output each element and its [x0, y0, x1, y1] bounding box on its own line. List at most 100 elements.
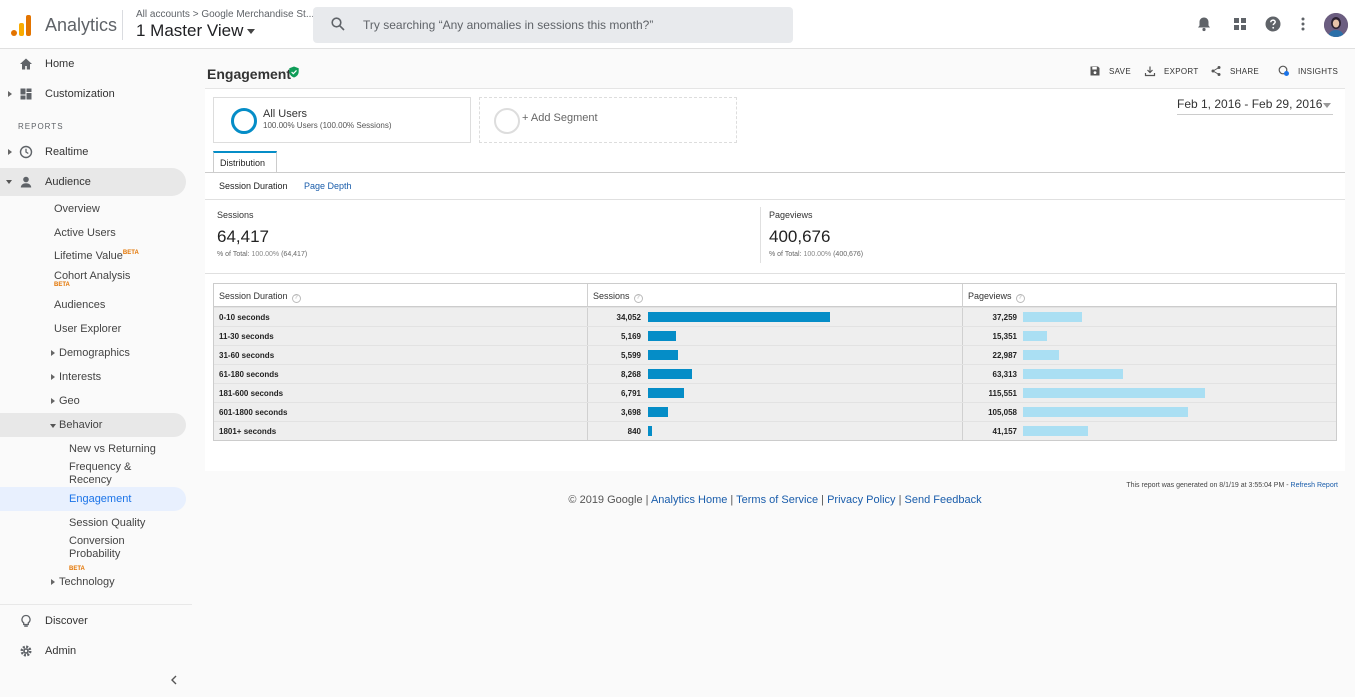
apps-grid-icon[interactable]: [1231, 15, 1249, 33]
sidebar-item-session-quality[interactable]: Session Quality: [69, 517, 145, 529]
sidebar-item-audiences[interactable]: Audiences: [54, 299, 105, 311]
sidebar-item-admin[interactable]: Admin: [0, 637, 186, 665]
sidebar-item-interests[interactable]: Interests: [51, 371, 102, 383]
segment-name: All Users: [263, 108, 308, 120]
sidebar-item-label: Interests: [59, 371, 102, 383]
analytics-logo-icon[interactable]: [11, 14, 33, 36]
generated-note-text: This report was generated on 8/1/19 at 3…: [1126, 482, 1291, 489]
cell-sessions: 8,268: [587, 365, 962, 383]
column-header-pageviews[interactable]: Pageviews?: [962, 284, 1338, 306]
metric-total-abs: (400,676): [831, 251, 864, 258]
sessions-bar: [648, 426, 652, 436]
chevron-right-icon: [8, 91, 12, 97]
view-name: 1 Master View: [136, 21, 244, 40]
row-label: 61-180 seconds: [219, 370, 279, 379]
view-selector[interactable]: 1 Master View: [136, 21, 256, 41]
sidebar-nav: Home Customization REPORTS Realtime Audi…: [0, 49, 192, 697]
segment-all-users[interactable]: All Users 100.00% Users (100.00% Session…: [213, 97, 471, 143]
sidebar-item-conversion-probability[interactable]: Conversion Probability BETA: [69, 535, 149, 576]
share-icon: [1211, 66, 1221, 76]
collapse-chevron-left-icon[interactable]: [169, 675, 179, 685]
column-header-sessions[interactable]: Sessions?: [587, 284, 962, 306]
chevron-right-icon: [8, 149, 12, 155]
search-bar[interactable]: [313, 7, 793, 43]
help-icon[interactable]: ?: [633, 294, 643, 303]
account-breadcrumb[interactable]: All accounts > Google Merchandise St...: [136, 9, 314, 20]
chevron-right-icon: [51, 350, 55, 356]
sidebar-item-engagement[interactable]: Engagement: [69, 493, 131, 505]
sidebar-item-cohort-analysis[interactable]: Cohort Analysis BETA: [54, 270, 131, 288]
terms-of-service-link[interactable]: Terms of Service: [736, 494, 818, 506]
notifications-bell-icon[interactable]: [1195, 15, 1213, 33]
sidebar-bottom: Discover Admin: [0, 604, 192, 697]
subtab-session-duration[interactable]: Session Duration: [219, 181, 288, 191]
privacy-policy-link[interactable]: Privacy Policy: [827, 494, 895, 506]
cell-pageviews: 22,987: [962, 346, 1338, 364]
sidebar-item-label: Cohort Analysis: [54, 270, 131, 282]
sidebar-item-geo[interactable]: Geo: [51, 395, 80, 407]
cell-pageviews: 41,157: [962, 422, 1338, 440]
sidebar-item-active-users[interactable]: Active Users: [54, 227, 116, 239]
page-footer: © 2019 Google | Analytics Home | Terms o…: [205, 494, 1345, 506]
table-row: 11-30 seconds 5,169 15,351: [214, 326, 1336, 345]
sidebar-item-audience[interactable]: Audience: [0, 168, 186, 196]
table-row: 61-180 seconds 8,268 63,313: [214, 364, 1336, 383]
sidebar-item-frequency-recency[interactable]: Frequency & Recency: [69, 461, 149, 487]
sidebar-item-user-explorer[interactable]: User Explorer: [54, 323, 121, 335]
metric-total-abs: (64,417): [279, 251, 308, 258]
caret-down-icon: [1323, 103, 1331, 108]
sidebar-item-customization[interactable]: Customization: [0, 80, 186, 108]
analytics-home-link[interactable]: Analytics Home: [651, 494, 727, 506]
row-label: 31-60 seconds: [219, 351, 275, 360]
sidebar-item-new-vs-returning[interactable]: New vs Returning: [69, 443, 156, 455]
cell-sessions: 840: [587, 422, 962, 440]
sidebar-item-technology[interactable]: Technology: [51, 576, 115, 588]
column-header-session-duration[interactable]: Session Duration?: [214, 284, 587, 306]
search-input[interactable]: [363, 15, 773, 35]
save-icon: [1090, 66, 1100, 76]
sidebar-item-discover[interactable]: Discover: [0, 607, 186, 635]
reports-section-label: REPORTS: [18, 122, 64, 131]
sessions-value: 8,268: [620, 370, 641, 379]
user-avatar[interactable]: [1324, 13, 1348, 37]
tab-distribution[interactable]: Distribution: [213, 151, 277, 173]
sidebar-item-realtime[interactable]: Realtime: [0, 138, 186, 166]
more-vert-icon[interactable]: [1294, 15, 1312, 33]
sidebar-item-lifetime-value[interactable]: Lifetime ValueBETA: [54, 250, 139, 262]
row-label: 601-1800 seconds: [219, 408, 288, 417]
help-icon[interactable]: ?: [1015, 294, 1025, 303]
sidebar-item-overview[interactable]: Overview: [54, 203, 100, 215]
sidebar-item-behavior[interactable]: Behavior: [50, 419, 102, 431]
add-segment-button[interactable]: + Add Segment: [479, 97, 737, 143]
export-icon: [1144, 66, 1156, 77]
row-label: 1801+ seconds: [219, 427, 277, 436]
sidebar-item-demographics[interactable]: Demographics: [51, 347, 130, 359]
home-icon: [20, 58, 32, 70]
help-icon[interactable]: ?: [291, 294, 301, 303]
save-label: SAVE: [1109, 67, 1131, 76]
subtab-page-depth[interactable]: Page Depth: [304, 181, 352, 191]
pageviews-bar: [1023, 426, 1088, 436]
help-icon[interactable]: [1264, 15, 1282, 33]
refresh-report-link[interactable]: Refresh Report: [1291, 482, 1338, 489]
empty-segment-ring-icon: [494, 108, 520, 134]
send-feedback-link[interactable]: Send Feedback: [905, 494, 982, 506]
pageviews-value: 115,551: [988, 389, 1017, 398]
metric-total-prefix: % of Total:: [217, 251, 252, 258]
sidebar-item-label: Conversion Probability: [69, 535, 125, 560]
column-header-label: Sessions: [593, 291, 630, 301]
sessions-bar: [648, 369, 692, 379]
date-range-picker[interactable]: Feb 1, 2016 - Feb 29, 2016: [1177, 97, 1333, 115]
cell-session-duration: 1801+ seconds: [214, 422, 587, 440]
export-label: EXPORT: [1164, 67, 1199, 76]
sessions-value: 5,169: [620, 332, 641, 341]
pageviews-value: 37,259: [992, 313, 1017, 322]
sessions-value: 34,052: [616, 313, 641, 322]
segment-subtitle: 100.00% Users (100.00% Sessions): [263, 121, 392, 130]
top-header: Analytics All accounts > Google Merchand…: [0, 0, 1355, 49]
chevron-right-icon: [51, 398, 55, 404]
app-name[interactable]: Analytics: [45, 15, 117, 36]
sidebar-item-home[interactable]: Home: [0, 50, 186, 78]
sessions-bar: [648, 388, 684, 398]
divider: [205, 273, 1345, 274]
